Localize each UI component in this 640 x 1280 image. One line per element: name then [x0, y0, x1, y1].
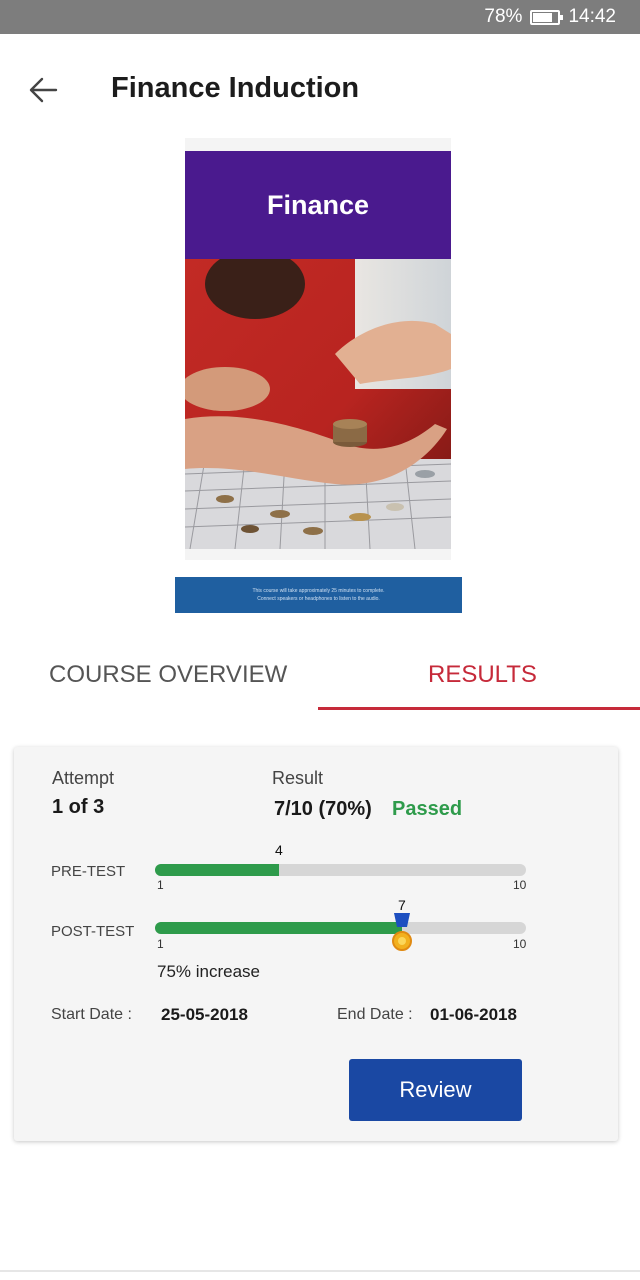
battery-icon	[530, 9, 564, 25]
arrow-left-icon	[29, 77, 58, 103]
tab-results[interactable]: RESULTS	[428, 640, 537, 710]
battery-percent: 78%	[484, 6, 523, 27]
bottom-divider	[0, 1270, 640, 1272]
status-bar: 78% 14:42	[0, 0, 640, 34]
review-button[interactable]: Review	[349, 1059, 522, 1121]
back-button[interactable]	[22, 70, 66, 110]
tab-bar: COURSE OVERVIEW RESULTS	[0, 640, 640, 712]
cover-photo	[185, 259, 451, 549]
pre-test-bar-fill	[155, 864, 279, 876]
course-info-strip: This course will take approximately 25 m…	[175, 577, 462, 613]
info-line-duration: This course will take approximately 25 m…	[252, 588, 385, 594]
info-line-audio: Connect speakers or headphones to listen…	[257, 596, 380, 602]
attempt-label: Attempt	[52, 768, 115, 788]
result-label: Result	[272, 768, 324, 788]
increase-text: 75% increase	[157, 962, 261, 981]
results-card: Attempt 1 of 3 Result 7/10 (70%) Passed …	[14, 747, 618, 1141]
pre-test-label: PRE-TEST	[51, 863, 126, 880]
cover-title: Finance	[185, 151, 451, 259]
pre-test-bar	[155, 864, 526, 876]
post-test-label: POST-TEST	[51, 923, 135, 940]
medal-icon	[392, 913, 412, 951]
pre-test-min: 1	[157, 878, 164, 892]
course-cover-image: Finance	[185, 138, 451, 560]
start-date-label: Start Date :	[51, 1006, 132, 1023]
start-date-value: 25-05-2018	[161, 1005, 248, 1024]
pre-test-score: 4	[275, 842, 283, 858]
post-test-bar-fill	[155, 922, 402, 934]
page-title: Finance Induction	[111, 72, 360, 104]
post-test-min: 1	[157, 937, 164, 951]
app-bar: Finance Induction	[0, 34, 640, 146]
attempt-value: 1 of 3	[52, 796, 105, 818]
tab-selected-indicator	[318, 707, 640, 710]
post-test-max: 10	[513, 937, 527, 951]
result-value: 7/10 (70%)	[274, 798, 372, 820]
end-date-label: End Date :	[337, 1006, 413, 1023]
clock: 14:42	[568, 6, 616, 27]
tab-course-overview[interactable]: COURSE OVERVIEW	[49, 640, 287, 710]
result-status: Passed	[392, 798, 463, 820]
pre-test-max: 10	[513, 878, 527, 892]
end-date-value: 01-06-2018	[430, 1005, 517, 1024]
post-test-bar	[155, 922, 526, 934]
